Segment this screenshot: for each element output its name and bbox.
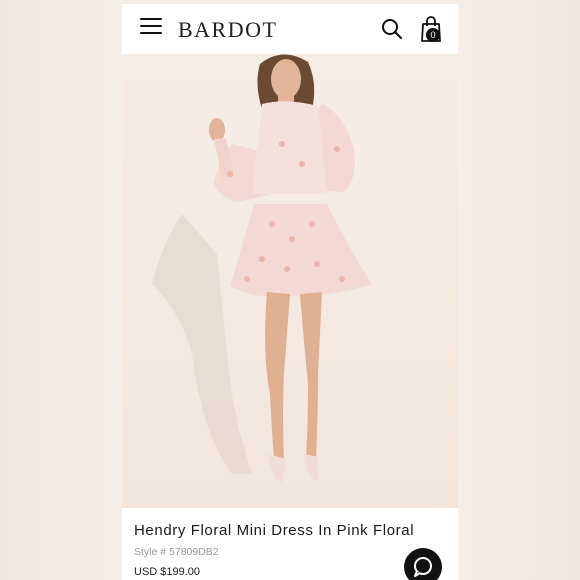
background-right xyxy=(458,0,580,580)
menu-icon[interactable] xyxy=(140,18,162,36)
model-in-dress-image xyxy=(152,54,372,484)
product-image[interactable] xyxy=(122,54,458,508)
cart-count-badge: 0 xyxy=(426,28,440,42)
product-price: USD $199.00 xyxy=(134,566,201,578)
product-style-number: Style # 57809DB2 xyxy=(134,546,219,558)
product-title: Hendry Floral Mini Dress In Pink Floral xyxy=(134,522,415,539)
brand-logo[interactable]: BARDOT xyxy=(178,17,277,43)
background-left xyxy=(0,0,122,580)
chat-icon xyxy=(414,557,432,577)
chat-button[interactable] xyxy=(404,548,442,580)
mobile-page: BARDOT 0 Hendry Floral Mini Dress In Pin… xyxy=(122,4,458,580)
top-nav-bar: BARDOT 0 xyxy=(122,4,458,54)
search-icon[interactable] xyxy=(380,17,404,41)
